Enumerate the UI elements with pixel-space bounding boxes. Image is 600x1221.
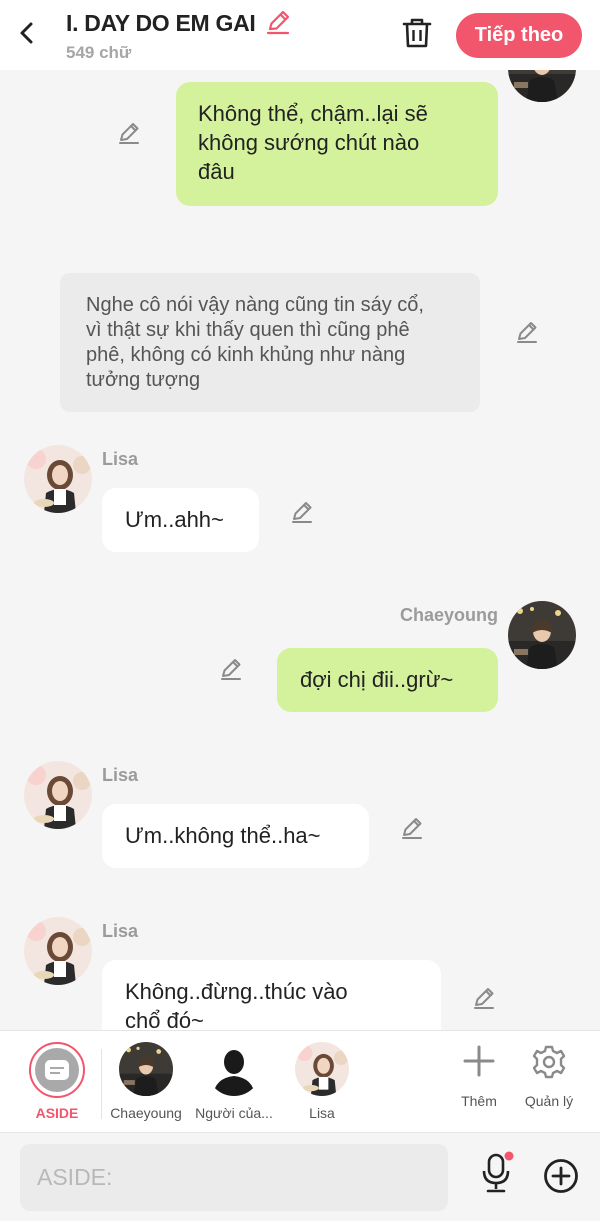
- sender-name: Lisa: [102, 765, 139, 785]
- message-bubble[interactable]: Không thể, chậm..lại sẽ không sướng chút…: [176, 82, 498, 206]
- edit-pencil-icon[interactable]: [218, 656, 244, 682]
- character-chaeyoung-avatar[interactable]: [119, 1042, 173, 1096]
- title-edit-icon[interactable]: [264, 8, 292, 36]
- edit-pencil-icon[interactable]: [471, 985, 497, 1011]
- message-bubble[interactable]: Ưm..không thể..ha~: [102, 804, 369, 868]
- character-label-lisa[interactable]: Lisa: [287, 1105, 357, 1121]
- message-input[interactable]: [20, 1144, 448, 1211]
- header: I. DAY DO EM GAI 549 chữ Tiếp theo: [0, 0, 600, 70]
- add-circle-icon[interactable]: [543, 1158, 579, 1194]
- trash-icon[interactable]: [401, 16, 433, 50]
- page-title: I. DAY DO EM GAI: [66, 10, 256, 36]
- avatar-lisa[interactable]: [24, 445, 92, 513]
- aside-character-button[interactable]: [29, 1042, 85, 1098]
- avatar-chaeyoung[interactable]: [508, 70, 576, 102]
- edit-pencil-icon[interactable]: [289, 499, 315, 525]
- edit-pencil-icon[interactable]: [116, 120, 142, 146]
- person-silhouette-icon[interactable]: [207, 1042, 261, 1096]
- plus-icon[interactable]: [462, 1044, 496, 1078]
- next-button[interactable]: Tiếp theo: [456, 13, 582, 58]
- input-bar: [0, 1132, 600, 1221]
- word-count: 549 chữ: [66, 43, 132, 62]
- gear-icon[interactable]: [531, 1044, 567, 1080]
- character-lisa-avatar[interactable]: [295, 1042, 349, 1096]
- manage-label[interactable]: Quản lý: [518, 1093, 580, 1109]
- back-arrow-icon[interactable]: [14, 18, 40, 48]
- character-label-chaeyoung[interactable]: Chaeyoung: [106, 1105, 186, 1121]
- narration-bubble[interactable]: Nghe cô nói vậy nàng cũng tin sáy cổ, vì…: [60, 273, 480, 412]
- message-bubble[interactable]: Ưm..ahh~: [102, 488, 259, 552]
- sender-name: Chaeyoung: [399, 605, 498, 625]
- microphone-icon[interactable]: [478, 1151, 514, 1195]
- avatar-chaeyoung[interactable]: [508, 601, 576, 669]
- message-bubble[interactable]: Không..đừng..thúc vào chổ đó~: [102, 960, 441, 1030]
- chat-area[interactable]: Không thể, chậm..lại sẽ không sướng chút…: [0, 70, 600, 1030]
- screen: I. DAY DO EM GAI 549 chữ Tiếp theo Không…: [0, 0, 600, 1221]
- sender-name: Lisa: [102, 921, 139, 941]
- message-bubble[interactable]: đợi chị đii..grừ~: [277, 648, 498, 712]
- character-label-nguoi[interactable]: Người của...: [191, 1105, 277, 1121]
- chat-bubble-icon: [45, 1060, 69, 1080]
- add-label[interactable]: Thêm: [449, 1093, 509, 1109]
- divider: [101, 1049, 102, 1119]
- sender-name: Lisa: [102, 449, 139, 469]
- character-label-aside: ASIDE: [35, 1105, 79, 1121]
- character-bar: ASIDE Chaeyoung Người của... Lisa Thêm Q…: [0, 1030, 600, 1132]
- avatar-lisa[interactable]: [24, 917, 92, 985]
- edit-pencil-icon[interactable]: [514, 319, 540, 345]
- edit-pencil-icon[interactable]: [399, 815, 425, 841]
- avatar-lisa[interactable]: [24, 761, 92, 829]
